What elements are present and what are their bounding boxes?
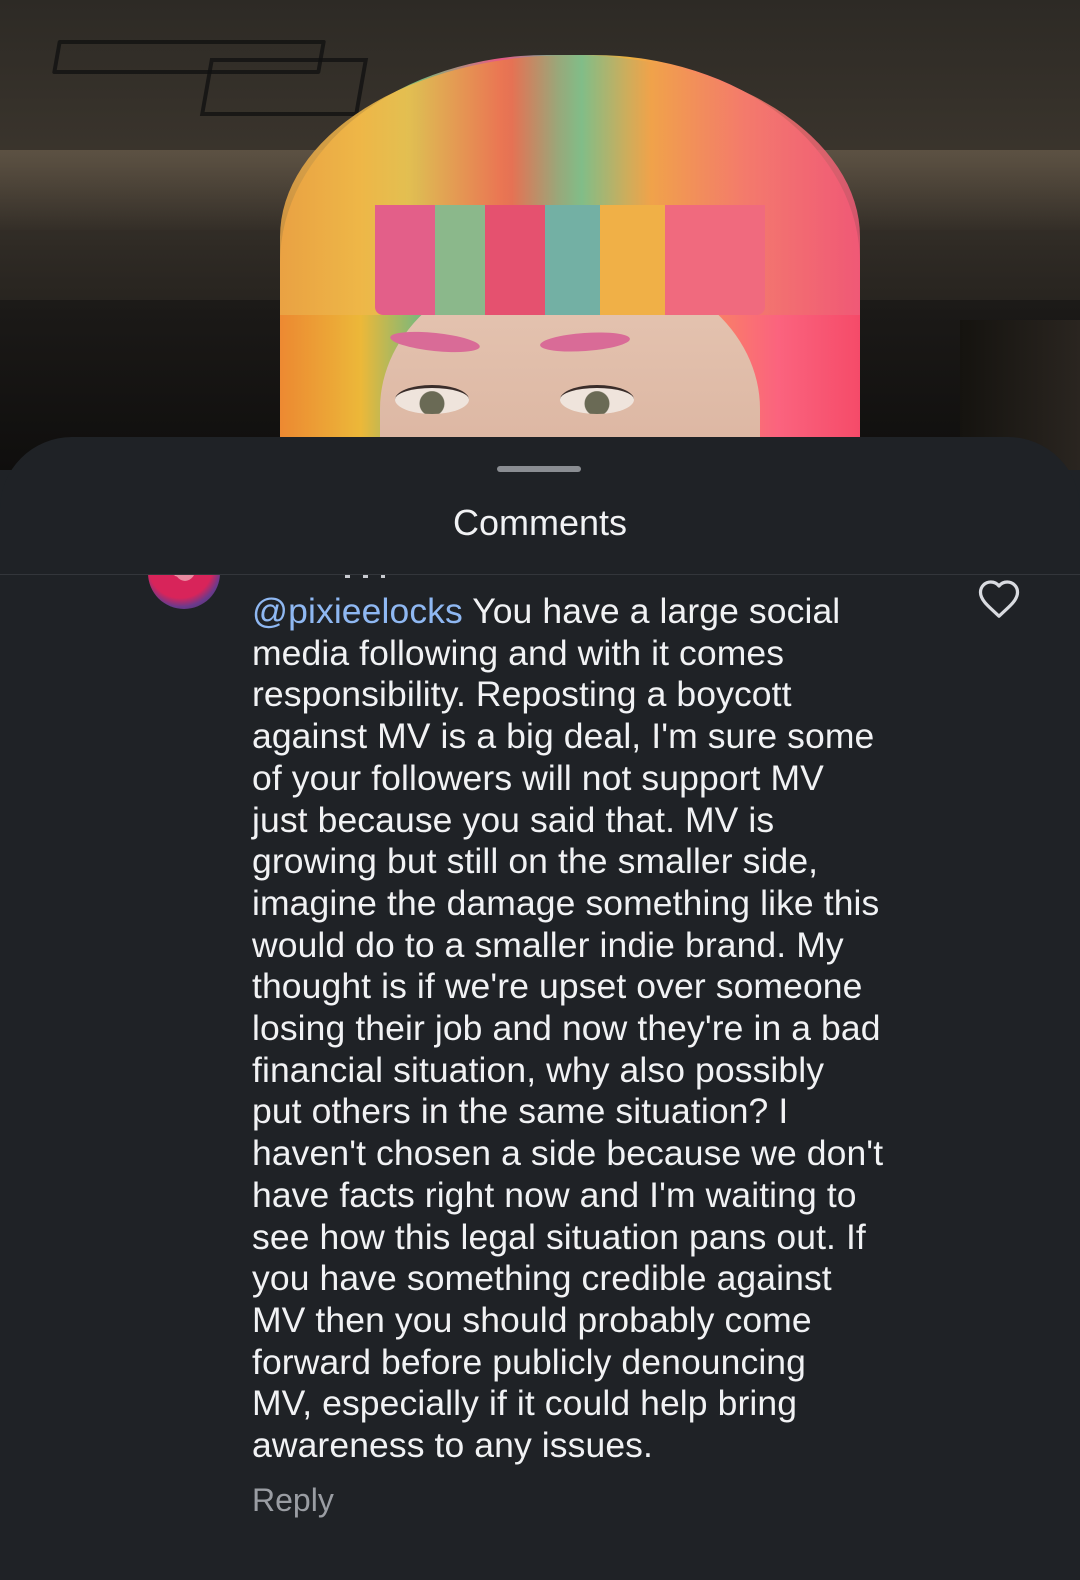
video-person bbox=[280, 55, 860, 470]
screen: Comments @pixieelocks You have a large s… bbox=[0, 0, 1080, 1580]
eye bbox=[560, 385, 634, 414]
mention-link[interactable]: @pixieelocks bbox=[252, 591, 463, 631]
video-background[interactable] bbox=[0, 0, 1080, 470]
avatar[interactable] bbox=[148, 575, 220, 609]
comment-list[interactable]: @pixieelocks You have a large social med… bbox=[0, 575, 1080, 1580]
sheet-title: Comments bbox=[452, 502, 628, 543]
reply-button[interactable]: Reply bbox=[252, 1480, 334, 1520]
username-clipped bbox=[345, 575, 385, 578]
heart-outline-icon[interactable] bbox=[976, 577, 1022, 619]
avatar-face bbox=[174, 575, 196, 581]
comments-sheet: Comments @pixieelocks You have a large s… bbox=[0, 437, 1080, 1580]
heart-outline-icon-svg bbox=[978, 580, 1020, 618]
eye bbox=[395, 385, 469, 414]
drag-handle[interactable] bbox=[497, 466, 581, 472]
rainbow-bangs bbox=[375, 205, 765, 315]
comment-text: @pixieelocks You have a large social med… bbox=[252, 591, 884, 1466]
